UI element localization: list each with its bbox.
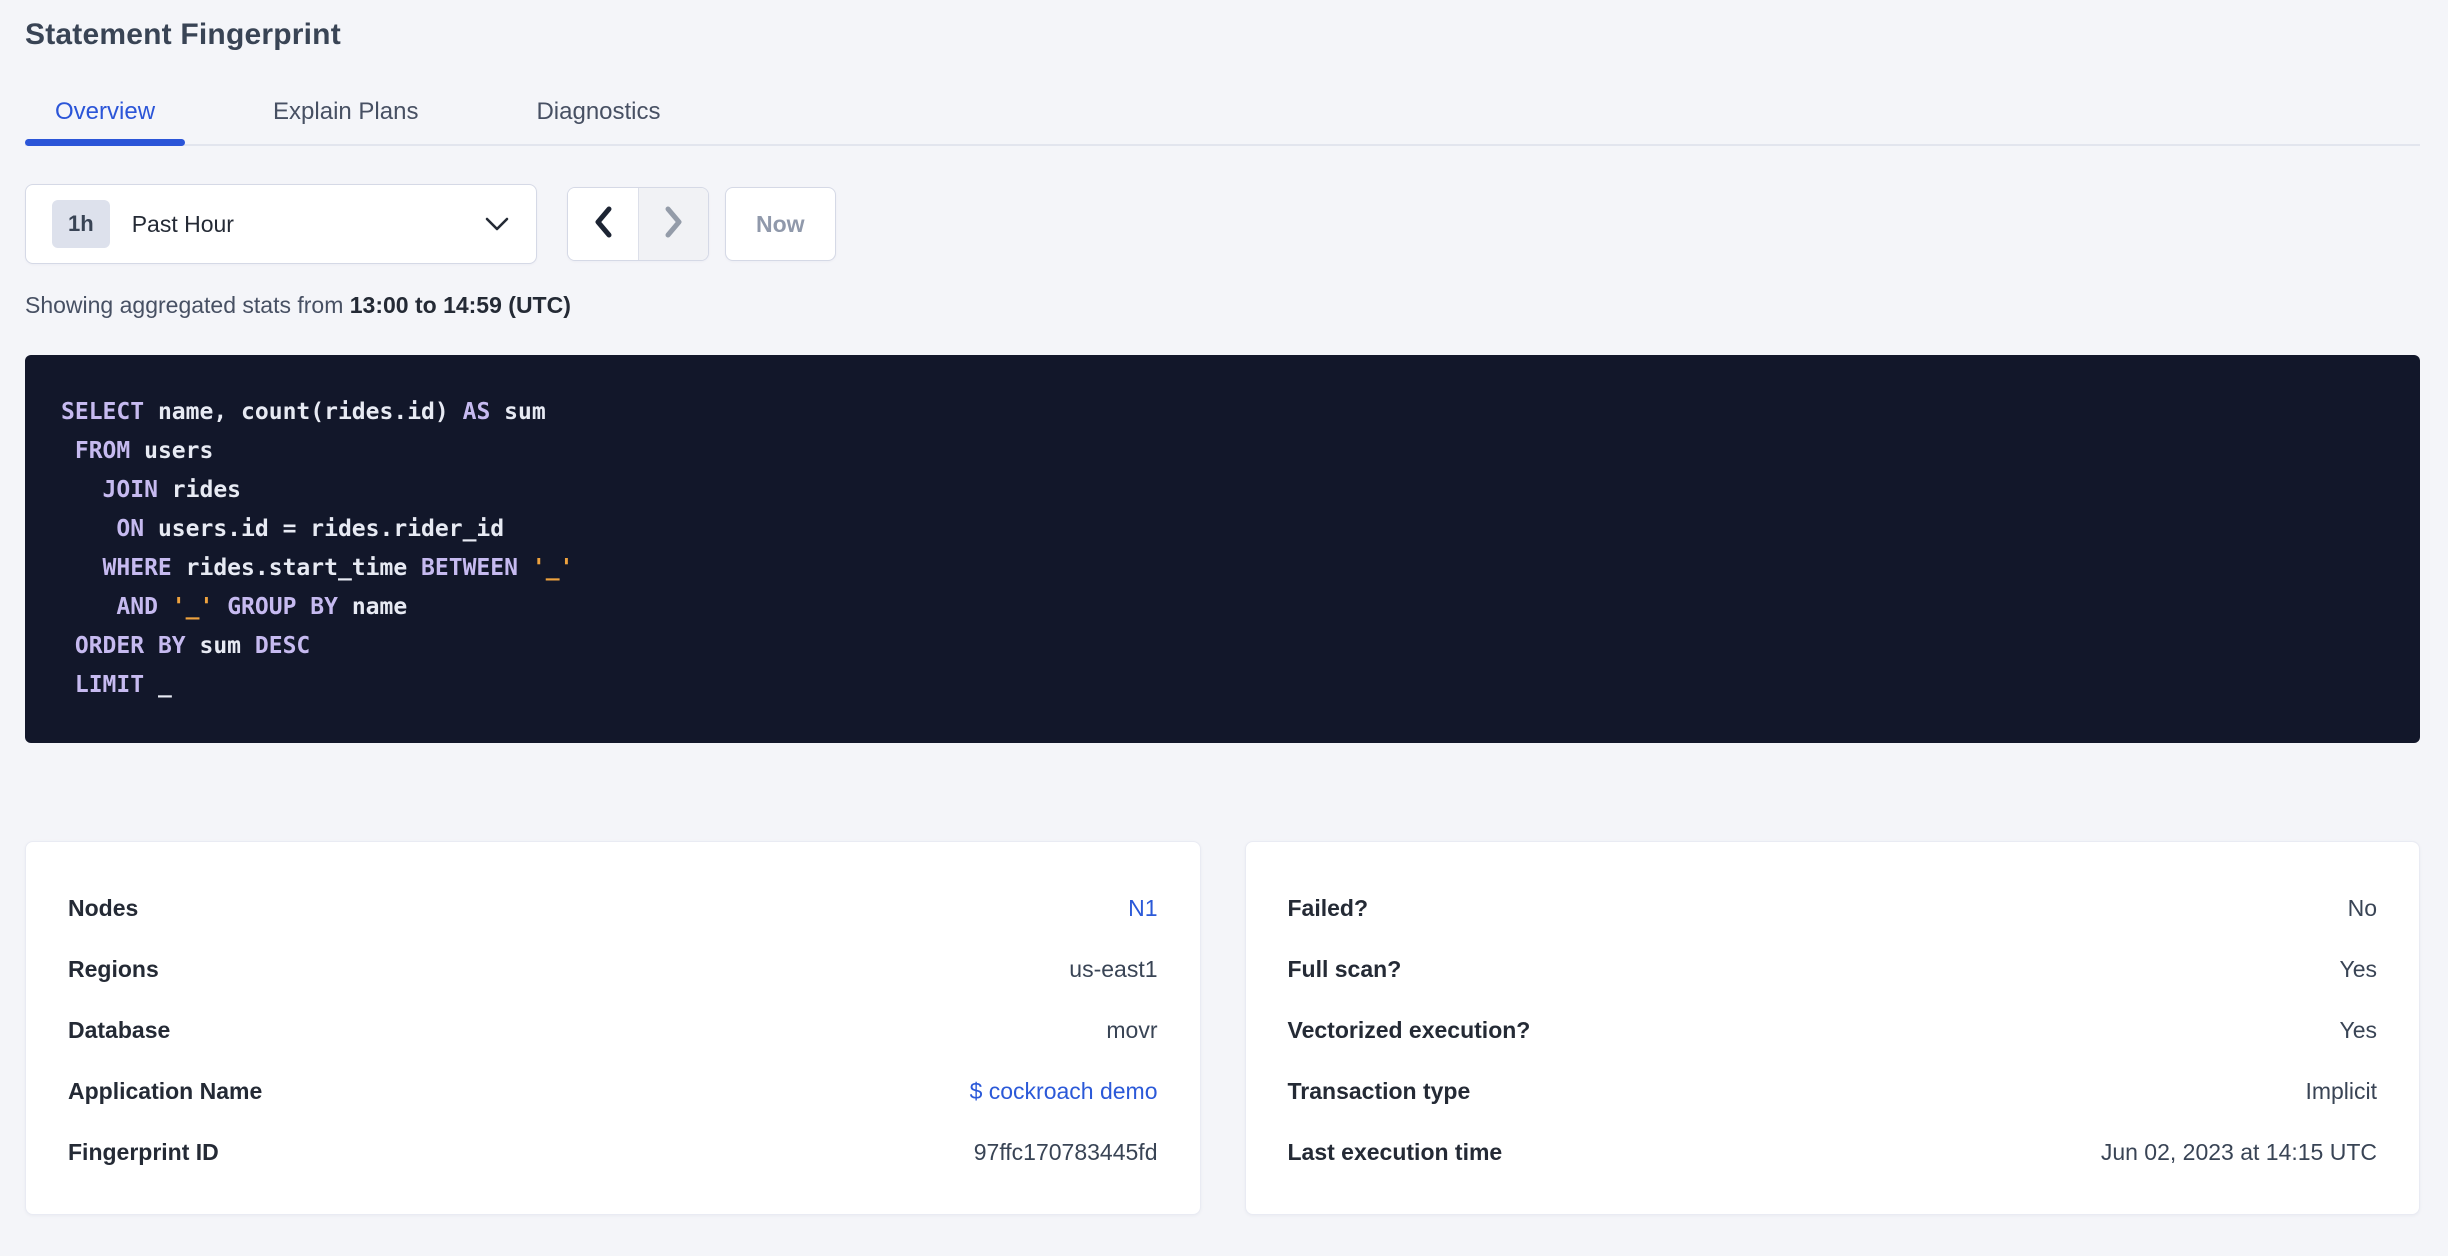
summary-row-last-execution-time: Last execution time Jun 02, 2023 at 14:1… <box>1288 1122 2378 1183</box>
summary-row-regions: Regions us-east1 <box>68 939 1158 1000</box>
summary-row-failed: Failed? No <box>1288 878 2378 939</box>
sql-line: LIMIT _ <box>74 672 172 698</box>
row-label: Database <box>68 1017 171 1043</box>
tab-diagnostics[interactable]: Diagnostics <box>506 98 690 144</box>
row-label: Regions <box>68 956 159 982</box>
time-interval-select[interactable]: 1h Past Hour <box>25 184 537 264</box>
row-label: Full scan? <box>1287 956 1402 982</box>
row-value: Implicit <box>2305 1078 2377 1104</box>
summary-row-fingerprint-id: Fingerprint ID 97ffc170783445fd <box>68 1122 1158 1183</box>
summary-card-right: Failed? No Full scan? Yes Vectorized exe… <box>1244 841 2420 1215</box>
row-value: Jun 02, 2023 at 14:15 UTC <box>2100 1139 2377 1165</box>
sql-line: SELECT name, count(rides.id) AS sum <box>61 399 546 425</box>
row-value: movr <box>1106 1017 1158 1043</box>
summary-cards-row: Nodes N1 Regions us-east1 Database movr … <box>25 841 2420 1215</box>
chevron-down-icon <box>484 216 510 232</box>
row-label: Nodes <box>68 895 139 921</box>
summary-row-nodes: Nodes N1 <box>68 878 1158 939</box>
time-nav-group <box>567 187 709 261</box>
summary-row-database: Database movr <box>68 1000 1158 1061</box>
row-label: Fingerprint ID <box>68 1139 219 1165</box>
tab-diagnostics-label: Diagnostics <box>536 98 661 125</box>
row-label: Failed? <box>1287 895 1369 921</box>
sql-line: ORDER BY sum DESC <box>74 633 311 659</box>
tab-bar: Overview Explain Plans Diagnostics <box>25 98 2420 146</box>
now-button-label: Now <box>756 210 805 237</box>
aggregation-caption-prefix: Showing aggregated stats from <box>25 292 350 318</box>
summary-card-left: Nodes N1 Regions us-east1 Database movr … <box>25 841 1201 1215</box>
sql-statement-box: SELECT name, count(rides.id) AS sum FROM… <box>25 355 2420 743</box>
chevron-right-icon <box>663 205 685 244</box>
chevron-left-icon <box>592 205 614 244</box>
page-title: Statement Fingerprint <box>25 18 341 51</box>
sql-line: WHERE rides.start_time BETWEEN '_' <box>102 555 574 581</box>
application-name-link[interactable]: $ cockroach demo <box>970 1078 1158 1105</box>
active-tab-ink-bar <box>25 139 186 146</box>
tab-explain-plans-label: Explain Plans <box>273 98 419 125</box>
tab-explain-plans[interactable]: Explain Plans <box>243 98 448 144</box>
tab-overview-label: Overview <box>55 98 156 125</box>
statement-fingerprint-page: Statement Fingerprint Overview Explain P… <box>0 0 2448 1215</box>
nodes-link[interactable]: N1 <box>1128 895 1157 922</box>
aggregation-range: 13:00 to 14:59 (UTC) <box>349 292 571 318</box>
tab-overview[interactable]: Overview <box>25 98 186 146</box>
time-interval-label: Past Hour <box>131 210 234 237</box>
row-label: Application Name <box>68 1078 263 1104</box>
sql-statement-code: SELECT name, count(rides.id) AS sum FROM… <box>61 393 2384 705</box>
row-label: Transaction type <box>1287 1078 1471 1104</box>
row-label: Last execution time <box>1287 1139 1503 1165</box>
sql-line: FROM users <box>74 438 214 464</box>
time-picker-row: 1h Past Hour Now <box>25 184 2420 264</box>
row-label: Vectorized execution? <box>1287 1017 1531 1043</box>
summary-row-transaction-type: Transaction type Implicit <box>1288 1061 2378 1122</box>
row-value: 97ffc170783445fd <box>973 1139 1158 1165</box>
prev-interval-button[interactable] <box>568 188 638 260</box>
sql-line: AND '_' GROUP BY name <box>116 594 408 620</box>
time-interval-badge: 1h <box>52 200 110 248</box>
row-value: Yes <box>2339 956 2377 982</box>
aggregation-caption: Showing aggregated stats from 13:00 to 1… <box>25 292 2420 319</box>
summary-row-application-name: Application Name $ cockroach demo <box>68 1061 1158 1122</box>
now-button[interactable]: Now <box>725 187 836 261</box>
summary-row-full-scan: Full scan? Yes <box>1288 939 2378 1000</box>
row-value: us-east1 <box>1069 956 1158 982</box>
next-interval-button[interactable] <box>638 188 708 260</box>
sql-line: ON users.id = rides.rider_id <box>116 516 505 542</box>
sql-line: JOIN rides <box>102 477 242 503</box>
row-value: No <box>2347 895 2377 921</box>
row-value: Yes <box>2339 1017 2377 1043</box>
summary-row-vectorized: Vectorized execution? Yes <box>1288 1000 2378 1061</box>
